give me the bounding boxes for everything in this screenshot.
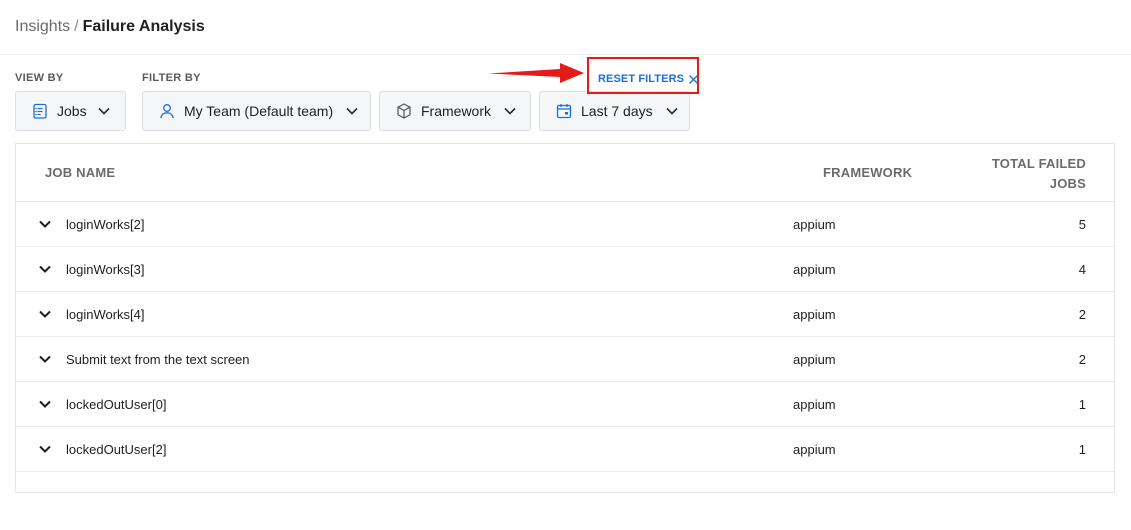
job-framework: appium bbox=[793, 217, 836, 232]
table-row[interactable]: lockedOutUser[0] appium 1 bbox=[16, 382, 1114, 427]
job-failed-count: 5 bbox=[1078, 217, 1086, 232]
job-framework: appium bbox=[793, 442, 836, 457]
job-framework: appium bbox=[793, 397, 836, 412]
table-row[interactable]: loginWorks[3] appium 4 bbox=[16, 247, 1114, 292]
column-header-job-name[interactable]: JOB NAME bbox=[45, 165, 115, 180]
table-row[interactable]: loginWorks[4] appium 2 bbox=[16, 292, 1114, 337]
calendar-icon bbox=[555, 102, 573, 120]
job-name: lockedOutUser[0] bbox=[66, 397, 167, 412]
framework-filter-dropdown[interactable]: Framework bbox=[379, 91, 531, 131]
failed-jobs-table: JOB NAME FRAMEWORK TOTAL FAILED JOBS log… bbox=[15, 143, 1115, 493]
table-row[interactable]: lockedOutUser[2] appium 1 bbox=[16, 427, 1114, 472]
expand-chevron-icon[interactable] bbox=[38, 307, 52, 321]
column-header-total-failed-line2: JOBS bbox=[1049, 176, 1086, 191]
job-failed-count: 2 bbox=[1078, 352, 1086, 367]
view-by-value: Jobs bbox=[57, 103, 87, 119]
table-row[interactable]: Submit text from the text screen appium … bbox=[16, 337, 1114, 382]
team-filter-value: My Team (Default team) bbox=[184, 103, 334, 119]
date-range-dropdown[interactable]: Last 7 days bbox=[539, 91, 690, 131]
job-name: loginWorks[2] bbox=[66, 217, 145, 232]
cube-icon bbox=[395, 102, 413, 120]
chevron-down-icon bbox=[345, 104, 359, 118]
close-icon bbox=[688, 74, 699, 85]
view-by-label: VIEW BY bbox=[15, 72, 64, 84]
job-name: lockedOutUser[2] bbox=[66, 442, 167, 457]
view-by-dropdown[interactable]: Jobs bbox=[15, 91, 126, 131]
job-failed-count: 1 bbox=[1078, 442, 1086, 457]
expand-chevron-icon[interactable] bbox=[38, 262, 52, 276]
framework-filter-value: Framework bbox=[421, 103, 492, 119]
expand-chevron-icon[interactable] bbox=[38, 442, 52, 456]
expand-chevron-icon[interactable] bbox=[38, 352, 52, 366]
reset-filters-label: RESET FILTERS bbox=[598, 73, 685, 85]
job-failed-count: 1 bbox=[1078, 397, 1086, 412]
date-range-value: Last 7 days bbox=[581, 103, 653, 119]
expand-chevron-icon[interactable] bbox=[38, 217, 52, 231]
job-name: loginWorks[3] bbox=[66, 262, 145, 277]
column-header-total-failed-jobs[interactable]: TOTAL FAILED JOBS bbox=[976, 154, 1086, 194]
table-header: JOB NAME FRAMEWORK TOTAL FAILED JOBS bbox=[16, 144, 1114, 202]
column-header-total-failed-line1: TOTAL FAILED bbox=[991, 156, 1086, 171]
column-header-framework[interactable]: FRAMEWORK bbox=[823, 165, 912, 180]
annotation-arrow bbox=[488, 63, 584, 83]
job-framework: appium bbox=[793, 307, 836, 322]
table-row[interactable]: loginWorks[2] appium 5 bbox=[16, 202, 1114, 247]
team-filter-dropdown[interactable]: My Team (Default team) bbox=[142, 91, 371, 131]
chevron-down-icon bbox=[97, 104, 111, 118]
job-framework: appium bbox=[793, 352, 836, 367]
expand-chevron-icon[interactable] bbox=[38, 397, 52, 411]
reset-filters-button[interactable]: RESET FILTERS bbox=[598, 71, 699, 87]
user-icon bbox=[158, 102, 176, 120]
job-name: Submit text from the text screen bbox=[66, 352, 250, 367]
chevron-down-icon bbox=[503, 104, 517, 118]
breadcrumb-separator: / bbox=[74, 18, 79, 35]
clipboard-list-icon bbox=[31, 102, 49, 120]
chevron-down-icon bbox=[665, 104, 679, 118]
job-failed-count: 2 bbox=[1078, 307, 1086, 322]
page-title: Failure Analysis bbox=[82, 18, 205, 35]
header-divider bbox=[0, 54, 1131, 55]
breadcrumb-insights-link[interactable]: Insights bbox=[15, 18, 70, 35]
job-name: loginWorks[4] bbox=[66, 307, 145, 322]
filter-by-label: FILTER BY bbox=[142, 72, 201, 84]
job-framework: appium bbox=[793, 262, 836, 277]
job-failed-count: 4 bbox=[1078, 262, 1086, 277]
breadcrumb: Insights / Failure Analysis bbox=[15, 17, 205, 37]
